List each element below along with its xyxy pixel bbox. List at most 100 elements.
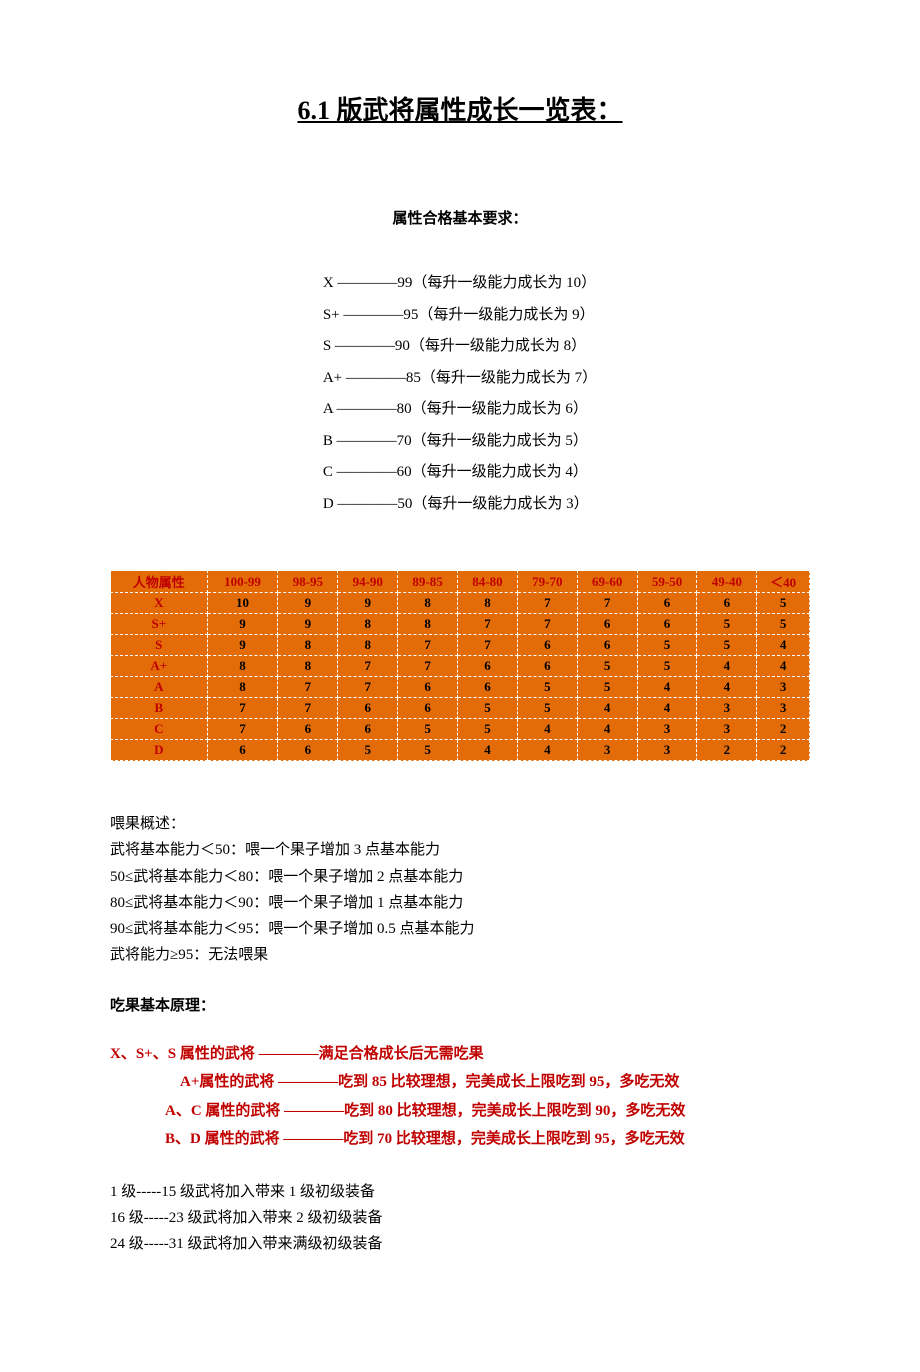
requirement-line: D ————50（每升一级能力成长为 3） [323, 489, 597, 521]
table-cell: 7 [577, 593, 637, 614]
table-cell: 4 [757, 656, 810, 677]
table-cell: 8 [278, 656, 338, 677]
table-header: 人物属性 [111, 571, 208, 593]
table-cell: 6 [338, 719, 398, 740]
table-cell: 3 [697, 719, 757, 740]
table-row: D6655443322 [111, 740, 810, 761]
table-cell: 8 [338, 614, 398, 635]
table-cell: 2 [757, 740, 810, 761]
table-cell: 3 [757, 677, 810, 698]
equip-line: 1 级-----15 级武将加入带来 1 级初级装备 [110, 1179, 810, 1205]
table-cell: 7 [458, 635, 518, 656]
table-cell: 9 [278, 593, 338, 614]
table-cell: 7 [278, 698, 338, 719]
table-row: S9887766554 [111, 635, 810, 656]
table-cell: 8 [458, 593, 518, 614]
table-cell: 7 [398, 635, 458, 656]
fruit-overview: 喂果概述： 武将基本能力＜50：喂一个果子增加 3 点基本能力 50≤武将基本能… [110, 811, 810, 969]
table-row: A8776655443 [111, 677, 810, 698]
table-header: 100-99 [207, 571, 278, 593]
table-cell: 5 [637, 656, 697, 677]
table-cell: 6 [577, 614, 637, 635]
equipment-list: 1 级-----15 级武将加入带来 1 级初级装备 16 级-----23 级… [110, 1179, 810, 1258]
row-label: S [111, 635, 208, 656]
row-label: B [111, 698, 208, 719]
table-cell: 3 [637, 719, 697, 740]
table-cell: 5 [757, 614, 810, 635]
table-cell: 5 [458, 698, 518, 719]
table-cell: 6 [458, 656, 518, 677]
table-cell: 4 [637, 677, 697, 698]
table-cell: 8 [338, 635, 398, 656]
row-label: X [111, 593, 208, 614]
table-cell: 4 [517, 740, 577, 761]
table-cell: 9 [207, 635, 278, 656]
table-header: 79-70 [517, 571, 577, 593]
table-cell: 7 [458, 614, 518, 635]
table-row: B7766554433 [111, 698, 810, 719]
table-cell: 6 [398, 698, 458, 719]
table-cell: 5 [577, 677, 637, 698]
table-cell: 6 [278, 740, 338, 761]
table-header: 49-40 [697, 571, 757, 593]
requirements-list: X ————99（每升一级能力成长为 10） S+ ————95（每升一级能力成… [323, 268, 597, 520]
fruit-line: 90≤武将基本能力＜95：喂一个果子增加 0.5 点基本能力 [110, 916, 810, 942]
table-cell: 6 [637, 614, 697, 635]
table-cell: 9 [207, 614, 278, 635]
table-cell: 5 [517, 677, 577, 698]
attribute-growth-table: 人物属性 100-99 98-95 94-90 89-85 84-80 79-7… [110, 570, 810, 761]
requirement-line: A ————80（每升一级能力成长为 6） [323, 394, 597, 426]
table-cell: 7 [398, 656, 458, 677]
table-cell: 6 [458, 677, 518, 698]
eat-principles: X、S+、S 属性的武将 ————满足合格成长后无需吃果 A+属性的武将 ———… [110, 1040, 810, 1154]
table-cell: 5 [517, 698, 577, 719]
requirement-line: A+ ————85（每升一级能力成长为 7） [323, 363, 597, 395]
table-row: S+9988776655 [111, 614, 810, 635]
fruit-line: 武将能力≥95：无法喂果 [110, 942, 810, 968]
table-cell: 6 [338, 698, 398, 719]
table-body: X10998877665S+9988776655S9887766554A+887… [111, 593, 810, 761]
eat-line: X、S+、S 属性的武将 ————满足合格成长后无需吃果 [110, 1040, 810, 1069]
table-cell: 4 [637, 698, 697, 719]
eat-line: B、D 属性的武将 ————吃到 70 比较理想，完美成长上限吃到 95，多吃无… [165, 1125, 810, 1154]
table-cell: 7 [517, 614, 577, 635]
table-cell: 6 [207, 740, 278, 761]
table-header: 69-60 [577, 571, 637, 593]
equip-line: 24 级-----31 级武将加入带来满级初级装备 [110, 1231, 810, 1257]
table-cell: 7 [517, 593, 577, 614]
table-cell: 9 [278, 614, 338, 635]
row-label: C [111, 719, 208, 740]
table-cell: 6 [577, 635, 637, 656]
table-cell: 5 [697, 635, 757, 656]
row-label: A [111, 677, 208, 698]
table-cell: 9 [338, 593, 398, 614]
table-cell: 6 [697, 593, 757, 614]
table-cell: 5 [577, 656, 637, 677]
table-header: ＜40 [757, 571, 810, 593]
table-cell: 7 [207, 719, 278, 740]
table-cell: 4 [697, 656, 757, 677]
fruit-heading: 喂果概述： [110, 811, 810, 837]
table-cell: 2 [697, 740, 757, 761]
table-cell: 5 [338, 740, 398, 761]
table-row: C7665544332 [111, 719, 810, 740]
table-cell: 5 [458, 719, 518, 740]
table-header: 84-80 [458, 571, 518, 593]
table-cell: 7 [207, 698, 278, 719]
fruit-line: 武将基本能力＜50：喂一个果子增加 3 点基本能力 [110, 837, 810, 863]
table-cell: 4 [577, 719, 637, 740]
table-cell: 8 [207, 656, 278, 677]
requirement-line: S+ ————95（每升一级能力成长为 9） [323, 300, 597, 332]
table-cell: 6 [637, 593, 697, 614]
table-cell: 10 [207, 593, 278, 614]
table-row: X10998877665 [111, 593, 810, 614]
table-cell: 4 [517, 719, 577, 740]
table-cell: 2 [757, 719, 810, 740]
table-cell: 8 [278, 635, 338, 656]
table-header-row: 人物属性 100-99 98-95 94-90 89-85 84-80 79-7… [111, 571, 810, 593]
table-header: 59-50 [637, 571, 697, 593]
requirement-line: S ————90（每升一级能力成长为 8） [323, 331, 597, 363]
table-cell: 8 [398, 614, 458, 635]
table-cell: 4 [577, 698, 637, 719]
table-cell: 4 [458, 740, 518, 761]
